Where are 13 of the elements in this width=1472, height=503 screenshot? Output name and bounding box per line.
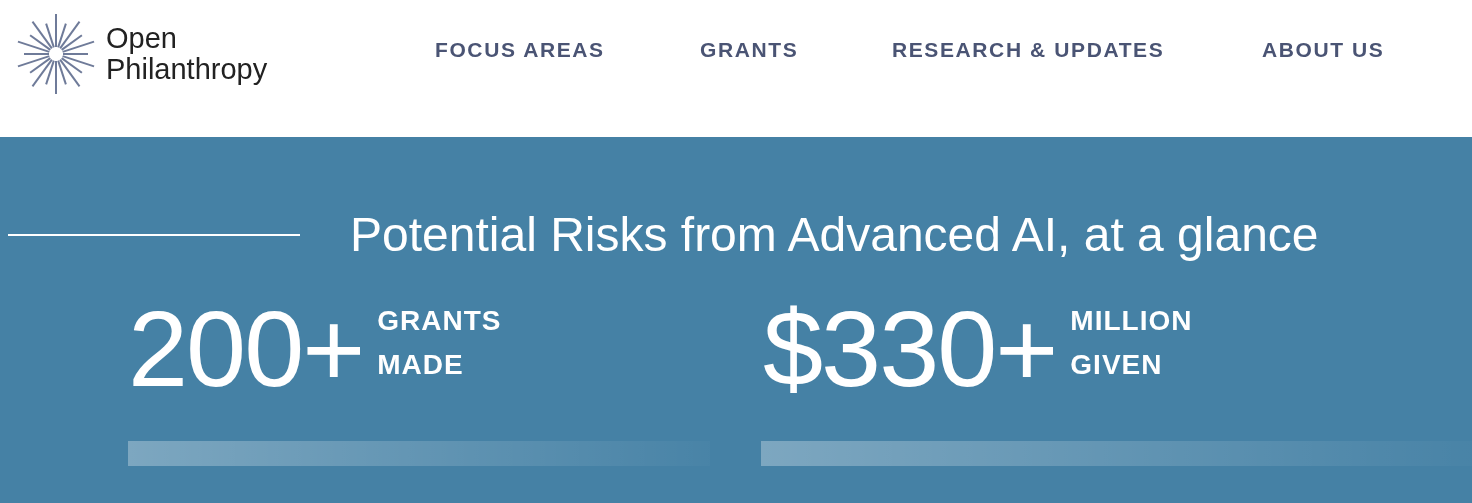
nav-link[interactable]: GRANTS <box>700 36 892 64</box>
stat-label: GRANTS <box>377 304 502 338</box>
nav-link[interactable]: RESEARCH & UPDATES <box>892 36 1262 64</box>
logo-text: Open <box>106 23 178 54</box>
nav-link[interactable]: FOCUS AREAS <box>435 36 700 64</box>
stat-label: GIVEN <box>1070 348 1164 382</box>
stat-value: $330+ <box>763 289 1057 409</box>
stat-label: MADE <box>377 348 465 382</box>
section-title: Potential Risks from Advanced AI, at a glance <box>350 207 1319 263</box>
stat-label: MILLION <box>1070 304 1193 338</box>
nav-link[interactable]: ABOUT US <box>1262 36 1422 64</box>
logo-text: Philanthropy <box>106 54 268 85</box>
stat-value: 200+ <box>128 289 364 409</box>
